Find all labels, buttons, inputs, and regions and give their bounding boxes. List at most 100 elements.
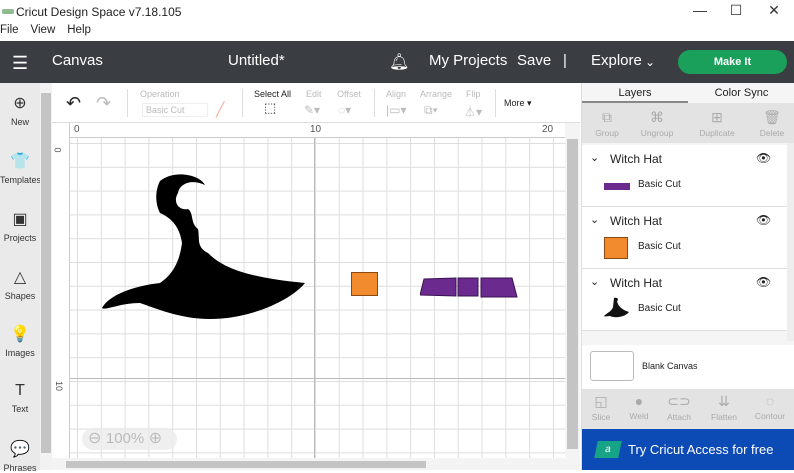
canvas-horizontal-scrollbar[interactable] xyxy=(52,458,565,470)
bell-icon[interactable]: 🔔︎ xyxy=(389,52,409,72)
header: ☰ Canvas Untitled* 🔔︎ My Projects Save |… xyxy=(0,41,794,83)
purple-band-shape[interactable] xyxy=(420,276,520,300)
tab-layers[interactable]: Layers xyxy=(582,83,688,103)
title-bar: Cricut Design Space v7.18.105 — ☐ ✕ xyxy=(0,0,794,24)
redo-icon[interactable]: ↷ xyxy=(96,93,111,114)
menu-help[interactable]: Help xyxy=(67,24,91,36)
sidebar-phrases[interactable]: 💬 Phrases xyxy=(0,439,40,473)
scrollbar-thumb[interactable] xyxy=(66,461,426,468)
select-all-label[interactable]: Select All xyxy=(254,89,291,99)
chevron-down-icon[interactable]: ⌄ xyxy=(590,213,599,226)
my-projects-link[interactable]: My Projects xyxy=(429,52,507,69)
chevron-down-icon: ⌄ xyxy=(645,55,656,69)
pen-color-icon[interactable]: ╱ xyxy=(216,101,224,118)
speech-bubble-icon: 💬 xyxy=(10,441,30,458)
explore-menu[interactable]: Explore xyxy=(591,52,642,69)
ungroup-button[interactable]: ⌘ Ungroup xyxy=(632,109,682,138)
eye-icon[interactable]: 👁︎ xyxy=(756,213,771,227)
save-button[interactable]: Save xyxy=(517,52,551,69)
minimize-button[interactable]: — xyxy=(682,2,718,22)
blank-canvas-swatch[interactable] xyxy=(590,351,634,381)
menu-view[interactable]: View xyxy=(31,24,56,36)
flip-label[interactable]: Flip xyxy=(466,89,481,99)
sidebar-templates[interactable]: 👕 Templates xyxy=(0,151,41,185)
blank-canvas-layer[interactable]: Blank Canvas xyxy=(582,345,794,389)
edit-pencil-icon[interactable]: ✎▾ xyxy=(304,103,320,117)
close-button[interactable]: ✕ xyxy=(756,2,792,22)
delete-button[interactable]: 🗑︎ Delete xyxy=(747,109,794,138)
edit-label[interactable]: Edit xyxy=(306,89,322,99)
contour-icon: ◌ xyxy=(765,393,775,409)
layers-panel: Layers Color Sync ⧉ Group ⌘ Ungroup ⊞ Dupli… xyxy=(581,83,794,470)
offset-label[interactable]: Offset xyxy=(337,89,361,99)
group-button[interactable]: ⧉ Group xyxy=(582,109,632,138)
text-icon: T xyxy=(15,382,25,399)
align-label[interactable]: Align xyxy=(386,89,406,99)
eye-icon[interactable]: 👁︎ xyxy=(756,151,771,165)
group-icon: ⧉ xyxy=(602,109,612,125)
layer-item[interactable]: ⌄ Witch Hat 👁︎ Basic Cut xyxy=(582,207,787,269)
window-title: Cricut Design Space v7.18.105 xyxy=(16,5,182,19)
maximize-button[interactable]: ☐ xyxy=(718,2,754,22)
layer-tools: ⧉ Group ⌘ Ungroup ⊞ Duplicate 🗑︎ Delete xyxy=(582,103,794,143)
sidebar-new[interactable]: ⊕ New xyxy=(0,93,40,127)
sidebar-text[interactable]: T Text xyxy=(0,382,40,414)
sidebar-projects[interactable]: ▣ Projects xyxy=(0,209,40,243)
zoom-control: ⊖ 100% ⊕ xyxy=(82,428,177,450)
hamburger-menu-icon[interactable]: ☰ xyxy=(12,53,28,74)
chevron-down-icon[interactable]: ⌄ xyxy=(590,151,599,164)
left-sidebar: ⊕ New 👕 Templates ▣ Projects △ Shapes 💡 Image… xyxy=(0,83,41,473)
operation-select[interactable]: Basic Cut xyxy=(142,103,208,117)
layers-scrollbar[interactable] xyxy=(787,143,794,341)
paperclip-icon: ⊂⊃ xyxy=(667,393,691,409)
offset-icon[interactable]: ◌▾ xyxy=(338,103,351,117)
tab-color-sync[interactable]: Color Sync xyxy=(688,83,794,103)
layer-item[interactable]: ⌄ Witch Hat 👁︎ Basic Cut xyxy=(582,145,787,207)
layer-item[interactable]: ⌄ Witch Hat 👁︎ Basic Cut xyxy=(582,269,787,331)
lightbulb-icon: 💡 xyxy=(10,326,30,343)
chevron-down-icon[interactable]: ⌄ xyxy=(590,275,599,288)
sidebar-images[interactable]: 💡 Images xyxy=(0,324,40,358)
ruler-top: 0 10 20 xyxy=(70,123,565,138)
arrange-icon[interactable]: ⧉▾ xyxy=(424,103,438,118)
make-it-button[interactable]: Make It xyxy=(678,50,787,74)
duplicate-button[interactable]: ⊞ Duplicate xyxy=(692,109,742,138)
plus-circle-icon: ⊕ xyxy=(13,95,27,112)
eye-icon[interactable]: 👁︎ xyxy=(756,275,771,289)
layer-thumbnail xyxy=(604,237,628,259)
zoom-level: 100% xyxy=(105,430,145,447)
project-title[interactable]: Untitled* xyxy=(228,52,285,69)
scrollbar-thumb[interactable] xyxy=(41,93,51,453)
flatten-button[interactable]: ⇊ Flatten xyxy=(699,393,749,422)
shapes-icon: △ xyxy=(13,269,27,286)
align-icon[interactable]: |▭▾ xyxy=(386,103,406,117)
duplicate-icon: ⊞ xyxy=(711,109,723,125)
attach-button[interactable]: ⊂⊃ Attach xyxy=(654,393,704,422)
zoom-out-icon[interactable]: ⊖ xyxy=(88,430,101,447)
menu-bar: File View Help xyxy=(0,24,794,41)
orange-square-shape[interactable] xyxy=(351,272,378,296)
sidebar-shapes[interactable]: △ Shapes xyxy=(0,267,40,301)
more-menu[interactable]: More ▾ xyxy=(504,98,532,109)
undo-icon[interactable]: ↶ xyxy=(66,93,81,114)
ungroup-icon: ⌘ xyxy=(650,109,664,125)
app-logo-icon xyxy=(2,9,14,14)
arrange-label[interactable]: Arrange xyxy=(420,89,452,99)
layer-thumbnail xyxy=(604,183,630,190)
trash-icon: 🗑︎ xyxy=(763,109,781,125)
contour-button[interactable]: ◌ Contour xyxy=(745,393,794,421)
operation-label: Operation xyxy=(140,89,180,99)
witch-hat-image[interactable] xyxy=(100,173,310,321)
sidebar-scrollbar[interactable] xyxy=(40,83,52,470)
menu-file[interactable]: File xyxy=(0,24,19,36)
flatten-icon: ⇊ xyxy=(718,393,730,409)
flip-icon[interactable]: ⏃▾ xyxy=(464,103,482,120)
ruler-left: 0 10 xyxy=(52,123,70,470)
cricut-access-banner[interactable]: a Try Cricut Access for free xyxy=(582,429,794,470)
combine-tools: ◱ Slice ● Weld ⊂⊃ Attach ⇊ Flatten ◌ Contour xyxy=(582,389,794,429)
canvas-label: Canvas xyxy=(52,52,103,69)
select-all-icon[interactable]: ⬚ xyxy=(264,100,276,116)
edit-toolbar: ↶ ↷ Operation Basic Cut ╱ Select All ⬚ E… xyxy=(52,83,580,123)
design-canvas[interactable] xyxy=(70,138,565,458)
zoom-in-icon[interactable]: ⊕ xyxy=(149,430,162,447)
